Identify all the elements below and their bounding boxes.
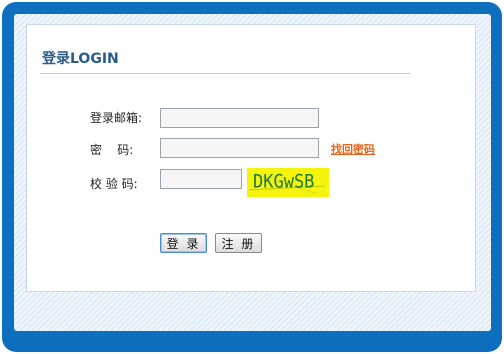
page-title: 登录LOGIN xyxy=(42,51,119,67)
captcha-text: DKGwSB xyxy=(253,171,315,193)
login-button[interactable]: 登 录 xyxy=(160,233,207,253)
captcha-field[interactable] xyxy=(160,169,242,189)
email-label: 登录邮箱: xyxy=(90,111,143,125)
forgot-password-link[interactable]: 找回密码 xyxy=(331,141,375,157)
captcha-image[interactable]: DKGwSB xyxy=(247,168,329,197)
password-field[interactable] xyxy=(160,138,319,158)
register-button[interactable]: 注 册 xyxy=(215,233,262,253)
login-panel: 登录LOGIN 登录邮箱: 密 码: 找回密码 校 验 码: DKGwSB 登 … xyxy=(26,24,476,292)
password-label: 密 码: xyxy=(90,143,134,157)
email-field[interactable] xyxy=(160,108,319,128)
title-divider xyxy=(40,73,410,74)
captcha-label: 校 验 码: xyxy=(90,177,138,191)
